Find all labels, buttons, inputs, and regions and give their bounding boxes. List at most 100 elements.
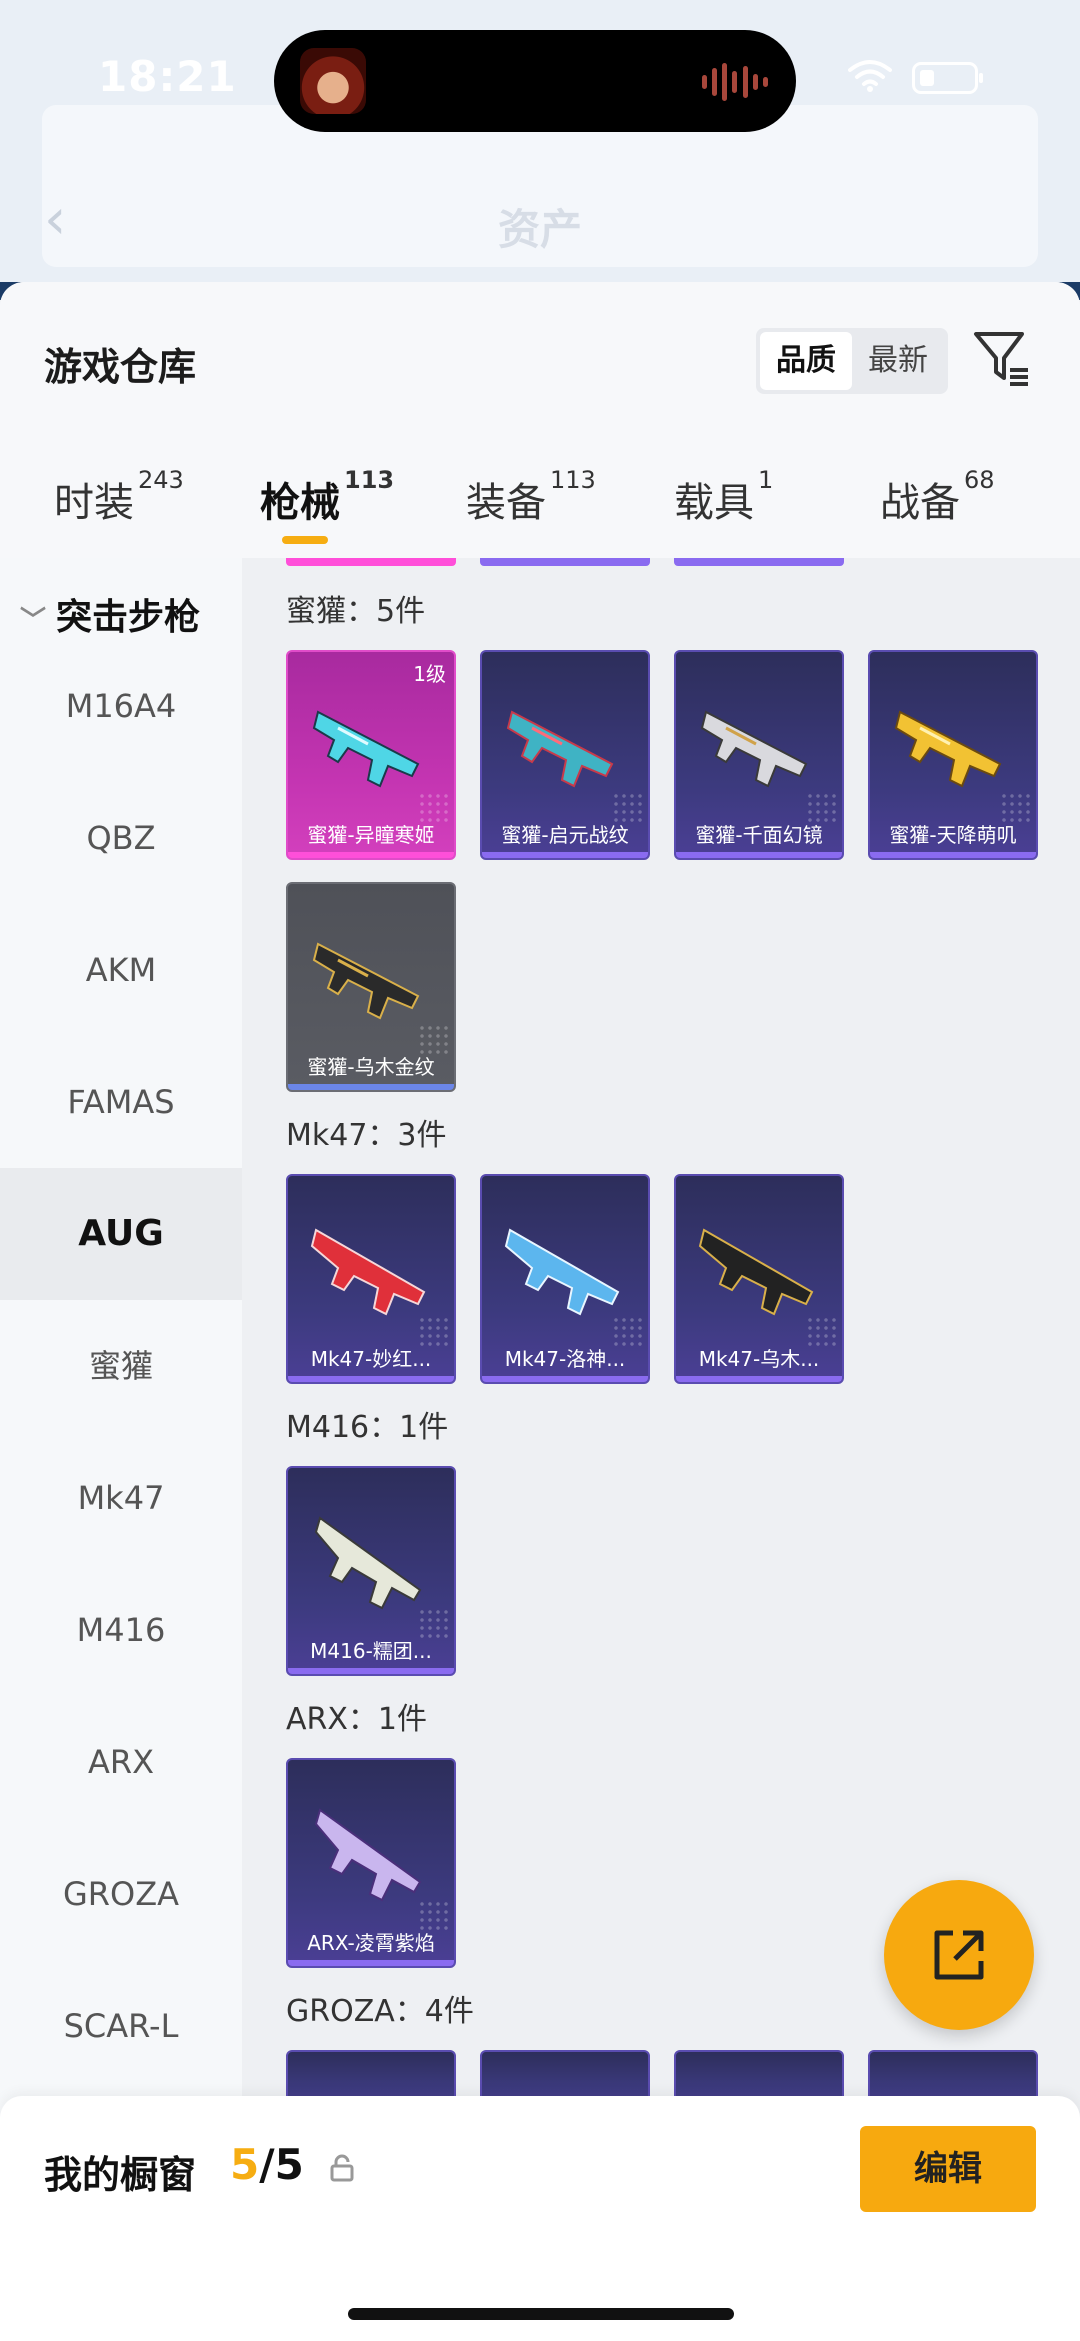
section-label-groza: GROZA：4件	[286, 1994, 474, 2029]
weapon-skin-icon	[504, 1228, 620, 1316]
showcase-count: 5/5	[230, 2140, 304, 2189]
rarity-bar	[482, 852, 648, 858]
tab-vehicles[interactable]: 载具1	[674, 466, 773, 528]
card-pattern	[612, 792, 642, 822]
card-pattern	[612, 1316, 642, 1346]
weapon-grid: 蜜獾：5件 1级 蜜獾-异瞳寒姬 蜜獾-启元战纹 蜜獾-千面幻镜 蜜獾-天降萌叽	[242, 558, 1080, 2341]
sort-toggle: 品质 最新	[756, 328, 948, 394]
sidebar-item-mk47[interactable]: Mk47	[0, 1432, 242, 1564]
weapon-name: Mk47-妙红...	[310, 1347, 432, 1371]
rarity-bar	[288, 1084, 454, 1090]
share-icon	[934, 1930, 984, 1980]
tab-equipment[interactable]: 装备113	[466, 466, 596, 528]
rarity-bar	[288, 1376, 454, 1382]
rarity-bar	[676, 1376, 842, 1382]
weapon-card[interactable]: Mk47-乌木...	[674, 1174, 844, 1384]
weapon-name: 蜜獾-启元战纹	[501, 823, 629, 847]
tab-guns[interactable]: 枪械113	[260, 466, 394, 528]
rarity-bar	[676, 852, 842, 858]
weapon-name: M416-糯团...	[310, 1639, 432, 1663]
edit-button[interactable]: 编辑	[860, 2126, 1036, 2212]
weapon-card[interactable]: 1级 蜜獾-异瞳寒姬	[286, 650, 456, 860]
sidebar-item-groza[interactable]: GROZA	[0, 1828, 242, 1960]
card-pattern	[418, 1608, 448, 1638]
weapon-skin-icon	[506, 710, 614, 788]
weapon-name: 蜜獾-千面幻镜	[695, 823, 823, 847]
showcase-label: 我的橱窗	[44, 2153, 197, 2197]
sidebar-item-m416[interactable]: M416	[0, 1564, 242, 1696]
previous-row-strip	[480, 558, 650, 566]
weapon-card[interactable]: M416-糯团...	[286, 1466, 456, 1676]
sort-newest-button[interactable]: 最新	[852, 332, 944, 390]
filter-icon[interactable]	[970, 326, 1034, 390]
sidebar-item-qbz[interactable]: QBZ	[0, 772, 242, 904]
weapon-name: ARX-凌霄紫焰	[307, 1931, 435, 1955]
dynamic-island	[274, 30, 796, 132]
home-indicator	[348, 2308, 734, 2320]
card-pattern	[418, 1316, 448, 1346]
sheet-header: 游戏仓库 品质 最新 时装243 枪械113 装备113 载具1 战备68	[0, 282, 1080, 558]
rarity-bar	[288, 1960, 454, 1966]
category-tabs: 时装243 枪械113 装备113 载具1 战备68	[0, 466, 1080, 560]
weapon-card[interactable]: 蜜獾-乌木金纹	[286, 882, 456, 1092]
card-pattern	[418, 1024, 448, 1054]
showcase-panel: 我的橱窗 5/5 编辑	[0, 2096, 1080, 2341]
chevron-down-icon: ﹀	[20, 606, 47, 636]
section-label-m416: M416：1件	[286, 1410, 449, 1445]
rarity-bar	[288, 852, 454, 858]
weapon-skin-icon	[700, 710, 808, 788]
rarity-bar	[288, 1668, 454, 1674]
weapon-skin-icon	[894, 710, 1002, 788]
lock-icon	[330, 2154, 354, 2182]
tab-fashion[interactable]: 时装243	[54, 466, 184, 528]
card-pattern	[1000, 792, 1030, 822]
section-label-honey-badger: 蜜獾：5件	[286, 594, 426, 629]
weapon-skin-icon	[312, 710, 420, 788]
battery-icon	[912, 62, 983, 94]
weapon-card[interactable]: Mk47-洛神...	[480, 1174, 650, 1384]
card-pattern	[806, 792, 836, 822]
weapon-skin-icon	[310, 1228, 426, 1316]
sidebar-item-honey-badger[interactable]: 蜜獾	[0, 1300, 242, 1432]
sidebar-item-m16a4[interactable]: M16A4	[0, 640, 242, 772]
weapon-skin-icon	[698, 1228, 814, 1316]
weapon-card[interactable]: ARX-凌霄紫焰	[286, 1758, 456, 1968]
background-title: 资产	[497, 205, 582, 254]
weapon-name: 蜜獾-天降萌叽	[889, 823, 1017, 847]
card-pattern	[806, 1316, 836, 1346]
weapon-name: 蜜獾-乌木金纹	[307, 1055, 435, 1079]
weapon-card[interactable]: 蜜獾-千面幻镜	[674, 650, 844, 860]
wifi-icon	[848, 60, 892, 92]
sheet-title: 游戏仓库	[44, 345, 197, 389]
weapon-name: Mk47-洛神...	[504, 1347, 626, 1371]
previous-row-strip	[674, 558, 844, 566]
card-pattern	[418, 1900, 448, 1930]
weapon-card[interactable]: 蜜獾-启元战纹	[480, 650, 650, 860]
weapon-card[interactable]: Mk47-妙红...	[286, 1174, 456, 1384]
section-label-arx: ARX：1件	[286, 1702, 428, 1737]
rarity-bar	[870, 852, 1036, 858]
weapon-skin-icon	[314, 1516, 422, 1610]
weapon-skin-icon	[314, 1808, 422, 1902]
app-avatar-icon	[300, 48, 366, 114]
warehouse-sheet: 游戏仓库 品质 最新 时装243 枪械113 装备113 载具1 战备68 ﹀ 突…	[0, 282, 1080, 2341]
weapon-card[interactable]: 蜜獾-天降萌叽	[868, 650, 1038, 860]
tab-supplies[interactable]: 战备68	[880, 466, 995, 528]
card-pattern	[418, 792, 448, 822]
sidebar-item-scar-l[interactable]: SCAR-L	[0, 1960, 242, 2092]
sidebar-group-assault-rifles[interactable]: ﹀ 突击步枪	[20, 588, 200, 640]
sidebar-item-arx[interactable]: ARX	[0, 1696, 242, 1828]
active-tab-indicator	[282, 536, 328, 544]
sidebar-item-akm[interactable]: AKM	[0, 904, 242, 1036]
status-time: 18:21	[98, 52, 237, 101]
weapon-sidebar: ﹀ 突击步枪 M16A4 QBZ AKM FAMAS AUG 蜜獾 Mk47 M4…	[0, 558, 242, 2341]
sidebar-item-famas[interactable]: FAMAS	[0, 1036, 242, 1168]
rarity-bar	[482, 1376, 648, 1382]
section-label-mk47: Mk47：3件	[286, 1118, 447, 1153]
sort-quality-button[interactable]: 品质	[760, 332, 852, 390]
share-button[interactable]	[884, 1880, 1034, 2030]
audio-wave-icon	[702, 62, 768, 102]
weapon-name: 蜜獾-异瞳寒姬	[307, 823, 435, 847]
sidebar-item-aug[interactable]: AUG	[0, 1168, 242, 1300]
previous-row-strip	[286, 558, 456, 566]
